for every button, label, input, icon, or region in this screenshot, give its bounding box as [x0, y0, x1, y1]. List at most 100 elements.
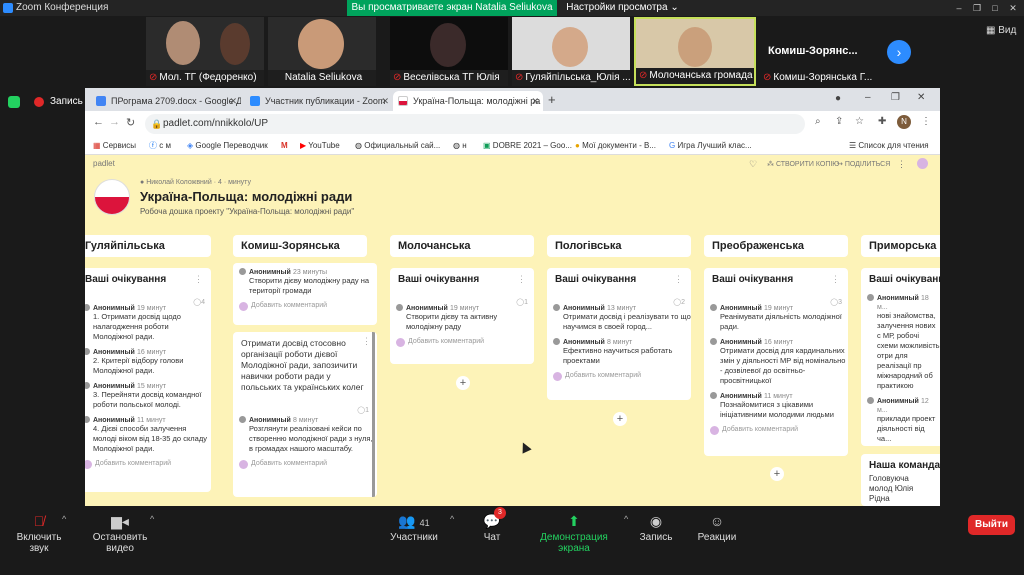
add-comment-field[interactable]: Добавить комментарий: [233, 302, 377, 311]
share-screen-button[interactable]: ⬆ Демонстрация экрана: [526, 510, 622, 554]
forward-icon[interactable]: →: [109, 116, 120, 128]
view-button[interactable]: ▦ Вид: [986, 25, 1016, 36]
reactions-label: Реакции: [697, 532, 737, 543]
add-comment-field[interactable]: Добавить комментарий: [85, 460, 211, 469]
comment-text: 1. Отримати досвід щодо налагодження роб…: [93, 312, 181, 341]
more-icon[interactable]: ⋮: [362, 336, 371, 347]
close-icon[interactable]: ✕: [1004, 0, 1022, 16]
address-bar-row: ← → ↻ 🔒 padlet.com/nnikkolo/UP ⌕ ⇪ ☆ ✚ N…: [85, 111, 940, 137]
bookmark-item[interactable]: ▣ DOBRE 2021 – Goo...: [483, 137, 572, 155]
profile-avatar[interactable]: N: [897, 115, 911, 129]
bookmark-item[interactable]: ◍ н: [453, 137, 467, 155]
share-icon[interactable]: ⇪: [835, 116, 843, 127]
heart-icon[interactable]: ♡: [749, 159, 757, 170]
scrollbar[interactable]: [372, 332, 375, 497]
media-control-icon[interactable]: ●: [835, 93, 841, 104]
maximize-icon[interactable]: □: [986, 0, 1004, 16]
post-card[interactable]: Анонимный 23 минуты Створити дієву молоді…: [233, 263, 377, 325]
user-avatar[interactable]: [917, 158, 928, 169]
close-tab-icon[interactable]: ✕: [531, 91, 539, 111]
security-shield-icon[interactable]: [8, 96, 20, 108]
bookmark-item[interactable]: ⓕ с м: [149, 137, 171, 155]
more-icon[interactable]: ⋮: [831, 274, 840, 285]
close-icon[interactable]: ✕: [917, 92, 925, 103]
bookmark-item[interactable]: ▦ Сервисы: [93, 137, 136, 155]
more-icon[interactable]: ⋮: [517, 274, 526, 285]
browser-tab[interactable]: Участник публикации - Zoom ✕: [245, 91, 393, 111]
participant-tile[interactable]: Комиш-Зорянс... ⊘ Комиш-Зорянська Г...: [760, 17, 878, 86]
more-icon[interactable]: ⋮: [194, 274, 203, 285]
gmail-icon[interactable]: M: [281, 137, 288, 155]
add-comment-field[interactable]: Добавить комментарий: [547, 372, 691, 381]
participant-tile-active-speaker[interactable]: ⊘ Молочанська громада ...: [634, 17, 756, 86]
padlet-brand[interactable]: padlet: [93, 159, 115, 168]
user-avatar: [710, 426, 719, 435]
add-comment-field[interactable]: Добавить комментарий: [390, 338, 534, 347]
url-input[interactable]: 🔒 padlet.com/nnikkolo/UP: [145, 114, 805, 134]
post-card[interactable]: ⋮ Отримати досвід стосовно організації р…: [233, 332, 377, 497]
post-card[interactable]: Ваші очікування ⋮ ◯2 Анонимный 13 минут О…: [547, 268, 691, 400]
reactions-button[interactable]: ☺ Реакции: [694, 510, 740, 543]
reload-icon[interactable]: ↻: [126, 116, 135, 129]
comment-text: Познайомитися з цікавими ініціативними м…: [720, 400, 834, 419]
post-card[interactable]: Ваші очікування ⋮ ◯3 Анонимный 19 минут Р…: [704, 268, 848, 456]
new-tab-icon[interactable]: +: [548, 92, 556, 107]
column-polohivska: Пологівська: [547, 235, 691, 257]
stop-video-button[interactable]: ▆◂ Остановить видео: [80, 510, 160, 554]
chevron-up-icon[interactable]: ^: [150, 514, 154, 524]
add-comment-field[interactable]: Добавить комментарий: [704, 426, 848, 435]
comment-time: 23 минуты: [293, 269, 328, 276]
bookmark-item[interactable]: ▶ YouTube: [300, 137, 340, 155]
globe-icon: ◍: [355, 141, 362, 150]
bookmark-star-icon[interactable]: ☆: [855, 116, 864, 127]
minimize-icon[interactable]: –: [950, 0, 968, 16]
browser-tab[interactable]: ПРограма 2709.docx - Google Д ✕: [91, 91, 241, 111]
participant-tile[interactable]: ⊘ Мол. ТГ (Федоренко): [146, 17, 264, 86]
post-card[interactable]: Ваші очікування ⋮ ◯1 Анонимный 19 минут С…: [390, 268, 534, 364]
remake-button[interactable]: ⁂ СТВОРИТИ КОПІЮ: [767, 160, 839, 168]
participant-tile[interactable]: ⊘ Веселівська ТГ Юлія: [390, 17, 508, 86]
bookmark-item[interactable]: ● Мої документи - В...: [575, 137, 656, 155]
participant-tile[interactable]: Natalia Seliukova: [268, 17, 376, 86]
chevron-up-icon[interactable]: ^: [624, 514, 628, 524]
record-button[interactable]: ◉ Запись: [634, 510, 678, 543]
unmute-button[interactable]: 🎙̸ Включить звук: [8, 510, 70, 554]
user-avatar: [239, 302, 248, 311]
next-page-arrow-icon[interactable]: ›: [887, 40, 911, 64]
bookmark-item[interactable]: ◍ Официальный сай...: [355, 137, 440, 155]
add-post-icon[interactable]: +: [456, 376, 470, 390]
post-card[interactable]: Ваші очікування Анонимный 18 м...нові зн…: [861, 268, 940, 446]
more-icon[interactable]: ⋮: [897, 159, 906, 170]
chevron-up-icon[interactable]: ^: [450, 514, 454, 524]
view-options-button[interactable]: Настройки просмотра ⌄: [560, 0, 685, 16]
more-icon[interactable]: ⋮: [674, 274, 683, 285]
post-card[interactable]: Ваші очікування ⋮ ◯4 Анонимный 19 минут 1…: [85, 268, 211, 492]
participant-tile[interactable]: ⊘ Гуляйпільська_Юлія ...: [512, 17, 630, 86]
share-button[interactable]: ↪ ПОДІЛИТЬСЯ: [837, 160, 890, 168]
bookmark-item[interactable]: G Игра Лучший клас...: [669, 137, 752, 155]
extensions-icon[interactable]: ✚: [878, 116, 886, 127]
close-tab-icon[interactable]: ✕: [229, 91, 237, 111]
bookmark-item[interactable]: ☰ Список для чтения: [849, 137, 929, 155]
minimize-icon[interactable]: –: [865, 92, 871, 103]
add-post-icon[interactable]: +: [770, 467, 784, 481]
add-comment-field[interactable]: Добавить комментарий: [233, 460, 377, 469]
bookmark-label: н: [462, 141, 467, 150]
browser-tab-active[interactable]: Україна-Польща: молодіжні ра ✕: [393, 91, 543, 111]
leave-button[interactable]: Выйти: [968, 515, 1015, 535]
back-icon[interactable]: ←: [93, 116, 104, 128]
restore-icon[interactable]: ❐: [968, 0, 986, 16]
zoom-lens-icon[interactable]: ⌕: [815, 116, 821, 127]
add-comment-placeholder: Добавить комментарий: [722, 426, 799, 433]
post-card[interactable]: Наша команда Головуюча молод Юлія Рідна: [861, 454, 940, 506]
participants-button[interactable]: 👥 41 Участники: [388, 510, 440, 543]
comment-count-number: 1: [365, 407, 369, 414]
bookmark-item[interactable]: ◈ Google Переводчик: [187, 137, 268, 155]
restore-icon[interactable]: ❐: [891, 92, 900, 103]
chevron-up-icon[interactable]: ^: [62, 514, 66, 524]
comment-text: Створити дієву молодіжну раду на територ…: [249, 276, 370, 295]
column-molochanska: Молочанська: [390, 235, 534, 257]
add-post-icon[interactable]: +: [613, 412, 627, 426]
menu-dots-icon[interactable]: ⋮: [921, 116, 931, 127]
close-tab-icon[interactable]: ✕: [381, 91, 389, 111]
